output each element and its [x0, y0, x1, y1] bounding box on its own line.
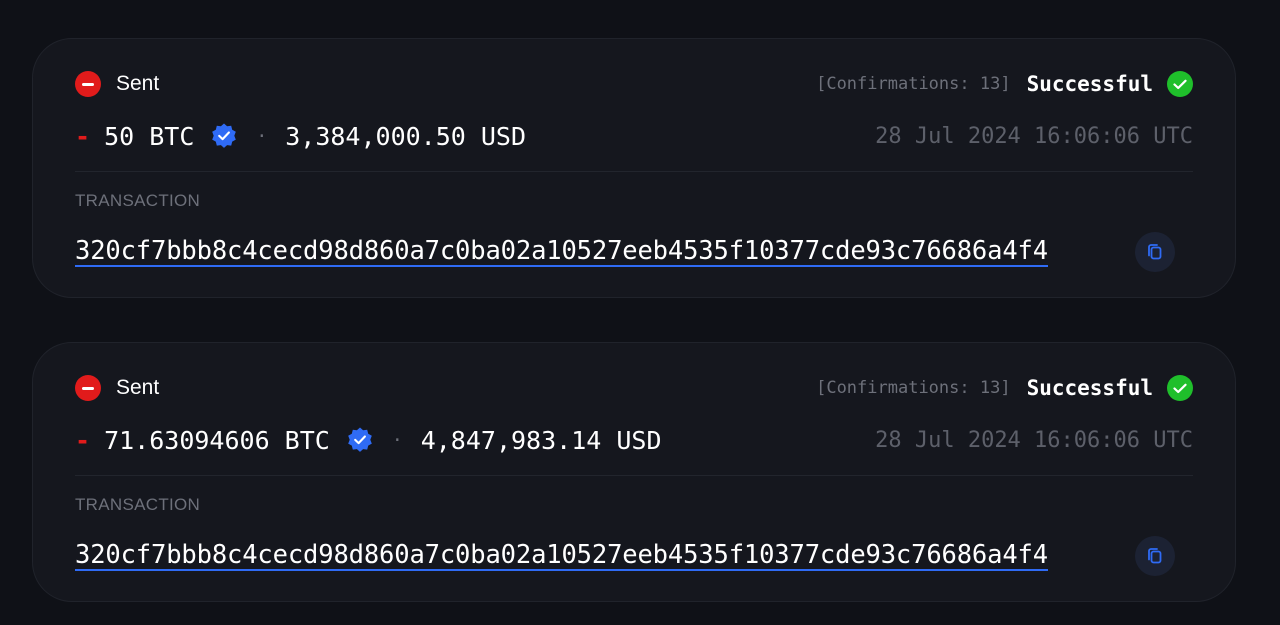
fiat-amount: 3,384,000.50 USD: [285, 121, 527, 151]
status-group: [Confirmations: 13] Successful: [816, 375, 1193, 401]
transaction-header: Sent [Confirmations: 13] Successful: [75, 374, 1193, 402]
fiat-amount: 4,847,983.14 USD: [420, 425, 662, 455]
copy-icon: [1148, 244, 1162, 260]
transaction-card: Sent [Confirmations: 13] Successful - 50…: [32, 38, 1236, 298]
amount-row: - 50 BTC · 3,384,000.50 USD 28 Jul 2024 …: [75, 119, 1193, 153]
copy-icon: [1148, 548, 1162, 564]
timestamp: 28 Jul 2024 16:06:06 UTC: [875, 123, 1193, 149]
timestamp: 28 Jul 2024 16:06:06 UTC: [875, 427, 1193, 453]
transaction-card: Sent [Confirmations: 13] Successful - 71…: [32, 342, 1236, 602]
transaction-section-label: TRANSACTION: [75, 495, 201, 514]
crypto-amount: 71.63094606 BTC: [104, 425, 330, 455]
copy-button[interactable]: [1135, 536, 1175, 576]
transaction-header: Sent [Confirmations: 13] Successful: [75, 70, 1193, 98]
transaction-hash-row: 320cf7bbb8c4cecd98d860a7c0ba02a10527eeb4…: [75, 536, 1175, 576]
transaction-hash-link[interactable]: 320cf7bbb8c4cecd98d860a7c0ba02a10527eeb4…: [75, 541, 1048, 571]
divider: [75, 171, 1193, 172]
separator-dot: ·: [256, 125, 268, 147]
direction-indicator: Sent: [75, 71, 159, 97]
check-circle-icon: [1167, 71, 1193, 97]
direction-label: Sent: [116, 72, 160, 95]
status-label: Successful: [1026, 72, 1153, 96]
transaction-hash-row: 320cf7bbb8c4cecd98d860a7c0ba02a10527eeb4…: [75, 232, 1175, 272]
divider: [75, 475, 1193, 476]
amount-group: - 71.63094606 BTC · 4,847,983.14 USD: [75, 426, 662, 455]
crypto-amount: 50 BTC: [104, 121, 195, 151]
amount-sign: -: [75, 121, 91, 151]
copy-button[interactable]: [1135, 232, 1175, 272]
check-circle-icon: [1167, 375, 1193, 401]
confirmations-count: [Confirmations: 13]: [816, 74, 1011, 94]
amount-sign: -: [75, 425, 91, 455]
transaction-section-label: TRANSACTION: [75, 191, 201, 210]
confirmations-count: [Confirmations: 13]: [816, 378, 1011, 398]
minus-circle-icon: [75, 71, 101, 97]
direction-label: Sent: [116, 376, 160, 399]
transaction-hash-link[interactable]: 320cf7bbb8c4cecd98d860a7c0ba02a10527eeb4…: [75, 237, 1048, 267]
amount-group: - 50 BTC · 3,384,000.50 USD: [75, 122, 526, 151]
status-label: Successful: [1026, 376, 1153, 400]
verified-badge-icon: [212, 123, 237, 148]
verified-badge-icon: [348, 427, 372, 452]
amount-row: - 71.63094606 BTC · 4,847,983.14 USD 28 …: [75, 423, 1193, 457]
separator-dot: ·: [391, 429, 403, 451]
status-group: [Confirmations: 13] Successful: [816, 71, 1193, 97]
direction-indicator: Sent: [75, 375, 159, 401]
minus-circle-icon: [75, 375, 101, 401]
